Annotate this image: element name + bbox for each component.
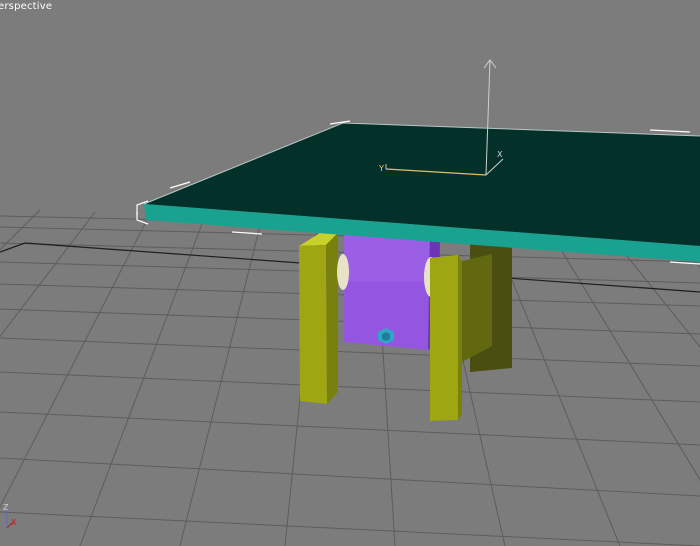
gizmo-y-label: Y: [378, 164, 384, 173]
perspective-viewport[interactable]: erspective Y X Z X: [0, 0, 700, 546]
gizmo-x-label: X: [497, 150, 503, 159]
world-x-label: X: [11, 518, 17, 527]
world-z-label: Z: [3, 503, 9, 512]
right-leg[interactable]: [430, 254, 492, 421]
roller-left: [337, 254, 349, 290]
left-leg[interactable]: [299, 233, 338, 404]
scene-canvas[interactable]: Y X Z X: [0, 0, 700, 546]
world-axis-icon: Z X: [3, 503, 17, 529]
